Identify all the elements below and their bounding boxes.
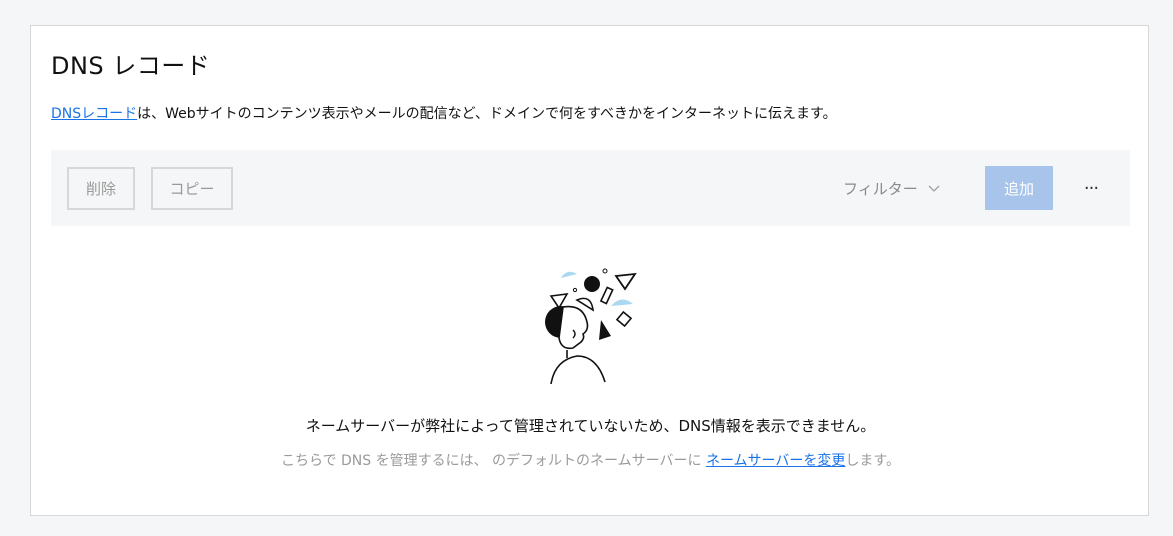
chevron-down-icon <box>928 182 940 196</box>
add-record-button[interactable]: 追加 <box>985 166 1053 210</box>
delete-button[interactable]: 削除 <box>67 167 135 210</box>
filter-dropdown[interactable]: フィルター <box>843 167 940 210</box>
more-options-icon[interactable]: ··· <box>1079 166 1103 210</box>
person-with-floating-shapes-icon <box>539 264 639 385</box>
copy-button[interactable]: コピー <box>151 167 233 210</box>
filter-label: フィルター <box>843 180 918 198</box>
dns-description-text: は、Webサイトのコンテンツ表示やメールの配信など、ドメインで何をすべきかをイン… <box>137 106 837 122</box>
page-title: DNS レコード <box>51 52 211 80</box>
dns-description: DNSレコードは、Webサイトのコンテンツ表示やメールの配信など、ドメインで何を… <box>51 103 837 123</box>
change-nameservers-link[interactable]: ネームサーバーを変更 <box>706 453 845 469</box>
dns-records-help-link[interactable]: DNSレコード <box>51 106 137 122</box>
records-toolbar: 削除 コピー フィルター 追加 ··· <box>51 150 1130 226</box>
hint-suffix: します。 <box>845 453 901 469</box>
hint-prefix: こちらで DNS を管理するには、 のデフォルトのネームサーバーに <box>280 453 706 469</box>
empty-state-message: ネームサーバーが弊社によって管理されていないため、DNS情報を表示できません。 <box>305 417 876 435</box>
dns-records-card: DNS レコード DNSレコードは、Webサイトのコンテンツ表示やメールの配信な… <box>30 25 1149 516</box>
empty-state-hint: こちらで DNS を管理するには、 のデフォルトのネームサーバーに ネームサーバ… <box>31 450 1150 470</box>
